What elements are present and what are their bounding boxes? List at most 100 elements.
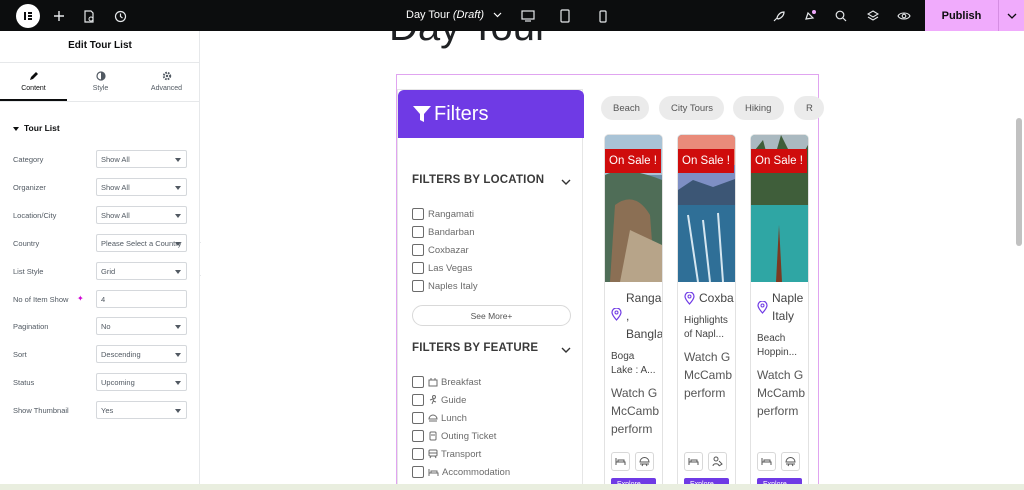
sort-select[interactable]: Descending [96,345,187,363]
divider [0,101,200,102]
document-title-dropdown[interactable]: Day Tour (Draft) [406,9,502,21]
search-icon[interactable] [830,5,852,27]
item-count-input[interactable]: 4 [96,290,187,308]
location-pin-icon [611,308,622,321]
location-option[interactable]: Rangamati [412,208,474,220]
feature-option[interactable]: Breakfast [412,376,481,388]
tour-location: Coxba [699,291,734,305]
page-settings-icon[interactable] [78,5,100,27]
checkbox[interactable] [412,244,424,256]
control-label: Organizer [13,183,46,192]
location-option[interactable]: Las Vegas [412,262,472,274]
ai-sparkle-icon[interactable]: ✦ [77,294,84,303]
filters-header: Filters [398,90,584,138]
checkbox[interactable] [412,466,424,478]
option-label: Rangamati [428,208,474,220]
tab-content[interactable]: Content [0,71,67,101]
chevron-down-icon[interactable] [561,345,571,355]
tour-location: Ranga [626,291,662,305]
location-pin-icon [757,301,768,314]
option-label: Lunch [441,412,467,424]
desktop-view-icon[interactable] [517,5,539,27]
bed-icon [757,452,776,471]
option-label: Guide [441,394,467,406]
tour-description: perform [684,386,726,400]
location-city-select[interactable]: Show All [96,206,187,224]
history-icon[interactable] [109,5,131,27]
tour-description: McCamb [757,386,806,400]
checkbox[interactable] [412,262,424,274]
category-chip[interactable]: Hiking [733,96,784,120]
feature-option[interactable]: Guide [412,394,466,406]
tour-location: , [626,309,630,323]
checkbox[interactable] [412,280,424,292]
pagination-select[interactable]: No [96,317,187,335]
feature-option[interactable]: Transport [412,448,481,460]
control-label: Country [13,239,40,248]
checkbox[interactable] [412,376,424,388]
category-chip[interactable]: R [794,96,824,120]
checkbox[interactable] [412,208,424,220]
option-label: Las Vegas [428,262,473,274]
country-select[interactable]: Please Select a Country [96,234,187,252]
launchpad-icon[interactable] [767,5,789,27]
location-option[interactable]: Bandarban [412,226,474,238]
control-label: Location/City [13,211,57,220]
option-label: Bandarban [428,226,475,238]
tab-style[interactable]: Style [67,71,134,101]
control-label: List Style [13,267,44,276]
filters-title: Filters [434,102,489,125]
location-pin-icon [684,292,695,305]
chevron-down-icon[interactable] [561,177,571,187]
half-circle-icon [95,71,106,81]
tour-description: McCamb [684,368,733,382]
publish-button[interactable]: Publish [925,0,998,31]
control-label: Show Thumbnail [13,406,69,415]
list-style-select[interactable]: Grid [96,262,187,280]
feature-option[interactable]: Accommodation [412,466,510,478]
checkbox[interactable] [412,412,424,424]
on-sale-badge: On Sale ! [678,149,734,173]
tour-location: Naple [772,291,804,305]
bed-icon [428,468,439,477]
preview-canvas: Day Tour Filters FILTERS BY LOCATION Ran… [201,31,1024,490]
show-thumbnail-select[interactable]: Yes [96,401,187,419]
elementor-logo-icon[interactable] [16,4,40,28]
tab-label: Style [92,85,109,92]
publish-options-button[interactable] [998,0,1024,31]
preview-eye-icon[interactable] [893,5,915,27]
structure-layers-icon[interactable] [862,5,884,27]
category-chip[interactable]: Beach [601,96,649,120]
document-title: Day Tour [406,9,450,21]
filters-by-feature-heading[interactable]: FILTERS BY FEATURE [412,342,538,354]
add-element-icon[interactable] [48,5,70,27]
checkbox[interactable] [412,448,424,460]
organizer-select[interactable]: Show All [96,178,187,196]
scrollbar[interactable] [1016,118,1022,246]
checkbox[interactable] [412,430,424,442]
tour-card[interactable]: On Sale ! Naple Italy Beach Hoppin... Wa… [750,134,809,490]
category-select[interactable]: Show All [96,150,187,168]
tour-description: McCamb [611,404,660,418]
tab-advanced[interactable]: Advanced [133,71,200,101]
option-label: Accommodation [442,466,511,478]
tour-card[interactable]: On Sale ! Coxba Highlights of Napl... Wa… [677,134,736,490]
chevron-down-icon [493,12,502,18]
checkbox[interactable] [412,226,424,238]
section-toggle-tour-list[interactable]: Tour List [13,123,60,133]
feature-option[interactable]: Lunch [412,412,467,424]
filters-by-location-heading[interactable]: FILTERS BY LOCATION [412,174,544,186]
tablet-view-icon[interactable] [554,5,576,27]
tour-description: Watch G [684,350,731,364]
category-chip[interactable]: City Tours [659,96,724,120]
tour-card[interactable]: On Sale ! Ranga , Bangla Boga Lake : A..… [604,134,663,490]
see-more-button[interactable]: See More+ [412,305,571,326]
feature-option[interactable]: Outing Ticket [412,430,496,442]
location-option[interactable]: Naples Italy [412,280,478,292]
mobile-view-icon[interactable] [592,5,614,27]
checkbox[interactable] [412,394,424,406]
editor-panel: Edit Tour List Content Style Advanced To… [0,31,200,490]
location-option[interactable]: Coxbazar [412,244,469,256]
status-select[interactable]: Upcoming [96,373,187,391]
notifications-icon[interactable] [799,5,821,27]
